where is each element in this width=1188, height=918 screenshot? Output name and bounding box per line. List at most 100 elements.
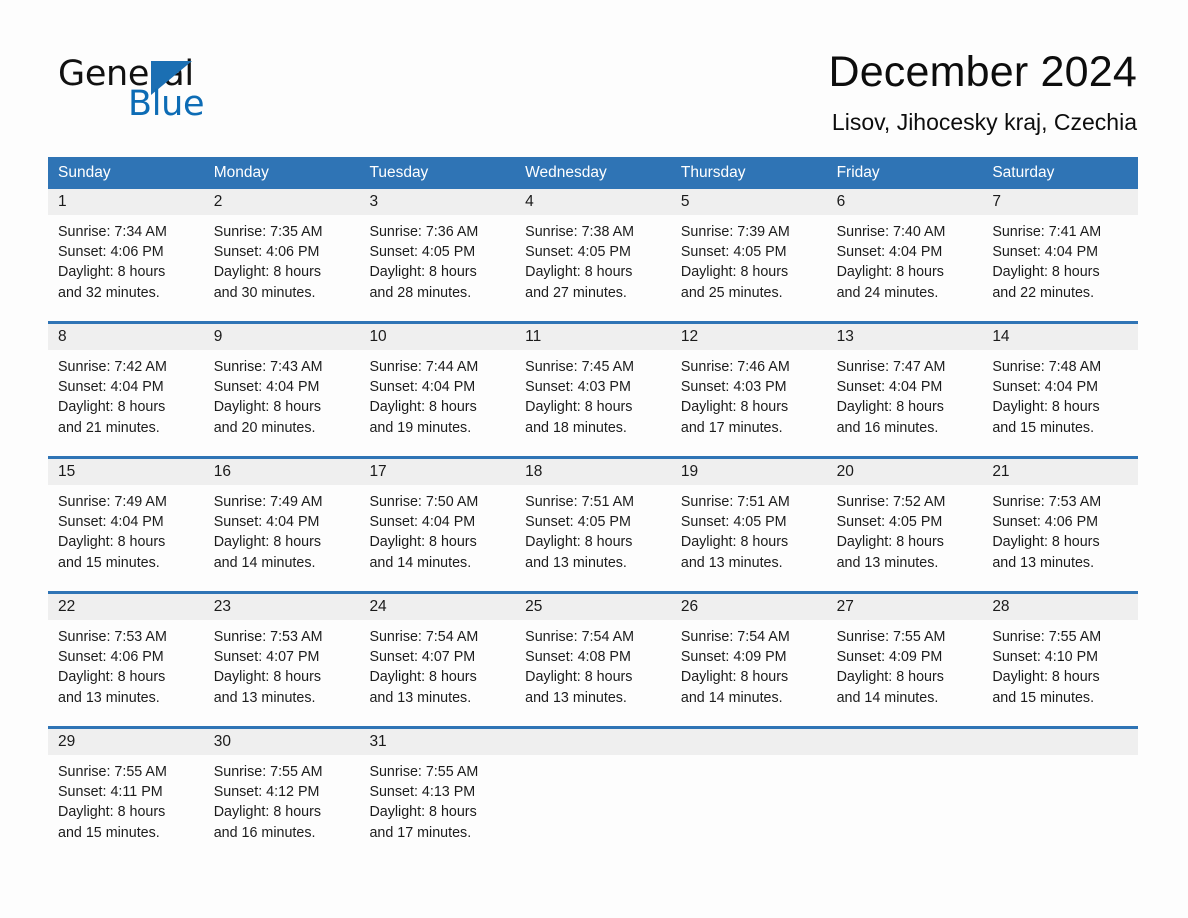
daylight-text-line2: and 25 minutes.	[680, 284, 783, 301]
calendar-day-cell[interactable]: 25 Sunrise: 7:54 AM Sunset: 4:08 PM Dayligh…	[515, 594, 671, 726]
sunrise-text: Sunrise: 7:54 AM	[369, 629, 479, 645]
day-number: 22	[58, 598, 76, 615]
daylight-text-line1: Daylight: 8 hours	[369, 669, 477, 686]
day-number-strip: 20	[826, 459, 983, 485]
daylight-text-line1: Daylight: 8 hours	[58, 804, 166, 821]
calendar-day-cell[interactable]: 1 Sunrise: 7:34 AM Sunset: 4:06 PM Daylight…	[48, 189, 204, 321]
calendar-day-cell[interactable]: 12 Sunrise: 7:46 AM Sunset: 4:03 PM Dayligh…	[670, 324, 827, 456]
daylight-text-line2: and 16 minutes.	[213, 824, 316, 841]
calendar-day-cell[interactable]: 22 Sunrise: 7:53 AM Sunset: 4:06 PM Dayligh…	[48, 594, 204, 726]
calendar-day-cell[interactable]: 4 Sunrise: 7:38 AM Sunset: 4:05 PM Daylight…	[515, 189, 671, 321]
day-cell-body: Sunrise: 7:47 AM Sunset: 4:04 PM Daylight:…	[827, 350, 983, 438]
daylight-text-line1: Daylight: 8 hours	[58, 264, 166, 281]
day-number: 16	[213, 463, 231, 480]
sunset-text: Sunset: 4:05 PM	[525, 514, 631, 531]
day-number: 24	[369, 598, 387, 615]
sunrise-text: Sunrise: 7:40 AM	[836, 224, 946, 240]
day-cell-body: Sunrise: 7:55 AM Sunset: 4:11 PM Daylight:…	[48, 755, 204, 843]
day-cell-body: Sunrise: 7:36 AM Sunset: 4:05 PM Daylight:…	[359, 215, 515, 303]
calendar-day-cell[interactable]: 10 Sunrise: 7:44 AM Sunset: 4:04 PM Dayligh…	[359, 324, 516, 456]
calendar-day-cell[interactable]: 29 Sunrise: 7:55 AM Sunset: 4:11 PM Dayligh…	[48, 729, 204, 861]
day-number-strip: 13	[826, 324, 983, 350]
daylight-text-line1: Daylight: 8 hours	[213, 399, 322, 416]
weekday-header-monday: Monday	[213, 164, 269, 181]
day-cell-body: Sunrise: 7:54 AM Sunset: 4:07 PM Daylight:…	[359, 620, 515, 708]
calendar-table: Sunday Monday Tuesday Wednesday Thursday…	[48, 157, 1139, 861]
calendar-day-cell[interactable]: 15 Sunrise: 7:49 AM Sunset: 4:04 PM Dayligh…	[48, 459, 204, 591]
day-number-strip: 21	[982, 459, 1139, 485]
sunrise-text: Sunrise: 7:45 AM	[525, 359, 635, 375]
day-number: 3	[369, 193, 379, 210]
daylight-text-line2: and 14 minutes.	[680, 689, 783, 706]
calendar-day-cell[interactable]: 5 Sunrise: 7:39 AM Sunset: 4:05 PM Daylight…	[670, 189, 827, 321]
day-cell-body	[827, 755, 983, 762]
day-number: 8	[58, 328, 67, 345]
calendar-day-cell[interactable]: 3 Sunrise: 7:36 AM Sunset: 4:05 PM Daylight…	[359, 189, 516, 321]
calendar-day-cell[interactable]: 28 Sunrise: 7:55 AM Sunset: 4:10 PM Dayligh…	[982, 594, 1139, 726]
daylight-text-line1: Daylight: 8 hours	[58, 534, 166, 551]
daylight-text-line1: Daylight: 8 hours	[525, 669, 633, 686]
day-cell-body: Sunrise: 7:51 AM Sunset: 4:05 PM Daylight:…	[515, 485, 671, 573]
sunset-text: Sunset: 4:04 PM	[58, 379, 164, 396]
sunset-text: Sunset: 4:04 PM	[992, 244, 1099, 261]
sunrise-text: Sunrise: 7:41 AM	[992, 224, 1102, 240]
calendar-day-cell[interactable]: 17 Sunrise: 7:50 AM Sunset: 4:04 PM Dayligh…	[359, 459, 516, 591]
calendar-day-cell[interactable]: 23 Sunrise: 7:53 AM Sunset: 4:07 PM Dayligh…	[203, 594, 360, 726]
sunset-text: Sunset: 4:05 PM	[369, 244, 476, 261]
calendar-day-cell[interactable]: 26 Sunrise: 7:54 AM Sunset: 4:09 PM Dayligh…	[670, 594, 827, 726]
sunset-text: Sunset: 4:03 PM	[680, 379, 787, 396]
calendar-day-cell[interactable]: 8 Sunrise: 7:42 AM Sunset: 4:04 PM Daylight…	[48, 324, 204, 456]
generalblue-logo[interactable]: General Blue	[58, 54, 258, 126]
calendar-day-cell[interactable]: 30 Sunrise: 7:55 AM Sunset: 4:12 PM Dayligh…	[203, 729, 360, 861]
daylight-text-line2: and 13 minutes.	[680, 554, 783, 571]
sunset-text: Sunset: 4:04 PM	[58, 514, 164, 531]
daylight-text-line1: Daylight: 8 hours	[213, 669, 322, 686]
day-number: 2	[213, 193, 223, 210]
daylight-text-line1: Daylight: 8 hours	[213, 804, 322, 821]
day-number-strip: 27	[826, 594, 983, 620]
daylight-text-line1: Daylight: 8 hours	[525, 264, 633, 281]
sunset-text: Sunset: 4:12 PM	[213, 784, 320, 801]
day-number: 14	[992, 328, 1010, 345]
calendar-day-cell[interactable]: 13 Sunrise: 7:47 AM Sunset: 4:04 PM Dayligh…	[826, 324, 983, 456]
calendar-day-cell[interactable]: 27 Sunrise: 7:55 AM Sunset: 4:09 PM Dayligh…	[826, 594, 983, 726]
calendar-day-cell[interactable]: 14 Sunrise: 7:48 AM Sunset: 4:04 PM Dayligh…	[982, 324, 1139, 456]
weekday-header-tuesday: Tuesday	[369, 164, 429, 181]
calendar-day-cell[interactable]: 9 Sunrise: 7:43 AM Sunset: 4:04 PM Daylight…	[203, 324, 360, 456]
sunrise-text: Sunrise: 7:51 AM	[680, 494, 790, 510]
day-cell-body: Sunrise: 7:51 AM Sunset: 4:05 PM Daylight:…	[671, 485, 827, 573]
calendar-day-cell[interactable]: 6 Sunrise: 7:40 AM Sunset: 4:04 PM Daylight…	[826, 189, 983, 321]
day-cell-body	[671, 755, 827, 762]
calendar-day-cell[interactable]: 31 Sunrise: 7:55 AM Sunset: 4:13 PM Dayligh…	[359, 729, 516, 861]
page-title: December 2024	[828, 48, 1137, 96]
sunrise-text: Sunrise: 7:53 AM	[992, 494, 1102, 510]
daylight-text-line1: Daylight: 8 hours	[58, 399, 166, 416]
calendar-day-cell[interactable]: 21 Sunrise: 7:53 AM Sunset: 4:06 PM Dayligh…	[982, 459, 1139, 591]
sunrise-text: Sunrise: 7:47 AM	[836, 359, 946, 375]
day-number: 6	[836, 193, 846, 210]
calendar-day-cell[interactable]: 11 Sunrise: 7:45 AM Sunset: 4:03 PM Dayligh…	[515, 324, 671, 456]
daylight-text-line2: and 13 minutes.	[992, 554, 1095, 571]
daylight-text-line1: Daylight: 8 hours	[369, 264, 477, 281]
calendar-week-row: 8 Sunrise: 7:42 AM Sunset: 4:04 PM Daylight…	[48, 321, 1139, 456]
day-cell-body: Sunrise: 7:38 AM Sunset: 4:05 PM Daylight:…	[515, 215, 671, 303]
day-number: 19	[680, 463, 699, 480]
day-cell-body: Sunrise: 7:52 AM Sunset: 4:05 PM Daylight:…	[827, 485, 983, 573]
sunrise-text: Sunrise: 7:51 AM	[525, 494, 635, 510]
day-number-strip: 26	[670, 594, 827, 620]
sunset-text: Sunset: 4:04 PM	[836, 379, 943, 396]
calendar-day-cell[interactable]: 7 Sunrise: 7:41 AM Sunset: 4:04 PM Daylight…	[982, 189, 1139, 321]
daylight-text-line1: Daylight: 8 hours	[213, 264, 322, 281]
sunset-text: Sunset: 4:09 PM	[836, 649, 943, 666]
calendar-day-cell[interactable]: 20 Sunrise: 7:52 AM Sunset: 4:05 PM Dayligh…	[826, 459, 983, 591]
calendar-week-row: 22 Sunrise: 7:53 AM Sunset: 4:06 PM Dayligh…	[48, 591, 1139, 726]
calendar-day-cell[interactable]: 16 Sunrise: 7:49 AM Sunset: 4:04 PM Dayligh…	[203, 459, 360, 591]
sunrise-text: Sunrise: 7:53 AM	[58, 629, 167, 645]
calendar-day-cell[interactable]: 19 Sunrise: 7:51 AM Sunset: 4:05 PM Dayligh…	[670, 459, 827, 591]
calendar-day-cell[interactable]: 2 Sunrise: 7:35 AM Sunset: 4:06 PM Daylight…	[203, 189, 360, 321]
calendar-day-cell[interactable]: 24 Sunrise: 7:54 AM Sunset: 4:07 PM Dayligh…	[359, 594, 516, 726]
calendar-day-cell-empty	[670, 729, 827, 861]
calendar-day-cell[interactable]: 18 Sunrise: 7:51 AM Sunset: 4:05 PM Dayligh…	[515, 459, 671, 591]
daylight-text-line2: and 13 minutes.	[836, 554, 939, 571]
calendar-day-cell-empty	[515, 729, 671, 861]
